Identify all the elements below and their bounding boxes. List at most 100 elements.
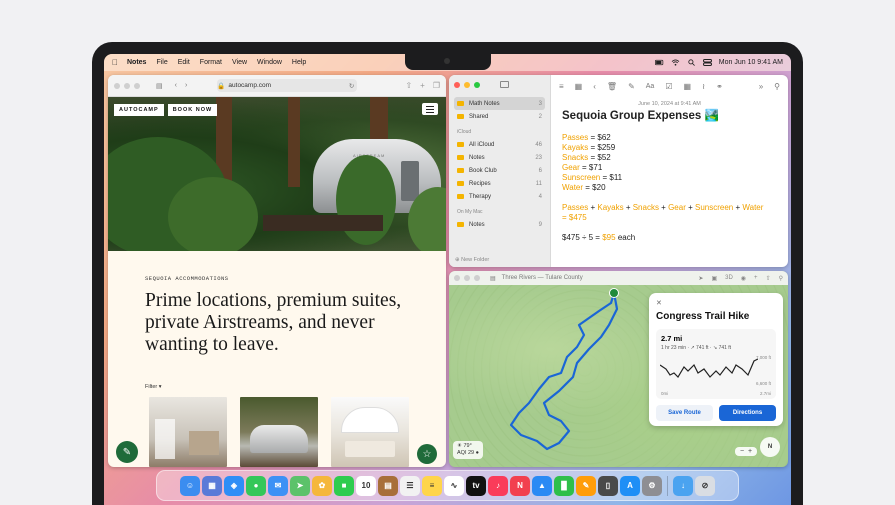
thumbnail-interior[interactable] [149, 397, 227, 467]
calendar-icon[interactable]: 10 [356, 475, 376, 496]
address-bar[interactable]: 🔒 autocamp.com ↻ [217, 79, 358, 92]
iphone-mirroring-icon[interactable]: ▯ [598, 475, 618, 496]
sidebar-toggle-icon[interactable]: ▤ [490, 275, 496, 282]
menu-app-name[interactable]: Notes [127, 59, 146, 66]
notes-yellow-icon[interactable]: ▤ [378, 475, 398, 496]
filter-dropdown[interactable]: Filter ▾ [145, 384, 409, 390]
close-window-button[interactable] [114, 82, 120, 89]
messages-icon[interactable]: ● [246, 475, 266, 496]
finder-icon[interactable]: ☺ [180, 475, 200, 496]
directions-button[interactable]: Directions [719, 405, 776, 421]
trailhead-pin-icon[interactable] [609, 288, 619, 298]
table-icon[interactable]: ▦ [684, 82, 692, 91]
menu-clock[interactable]: Mon Jun 10 9:41 AM [719, 59, 783, 66]
note-body[interactable]: Sequoia Group Expenses 🏞️ Passes = $62 K… [551, 107, 788, 247]
sidebar-toggle-icon[interactable]: ▤ [156, 82, 163, 90]
menu-help[interactable]: Help [292, 59, 306, 66]
wifi-icon[interactable] [671, 59, 680, 66]
reload-icon[interactable]: ↻ [349, 82, 354, 90]
control-center-icon[interactable] [702, 59, 712, 66]
minimize-window-button[interactable] [124, 82, 130, 89]
share-icon[interactable]: ⇧ [405, 81, 412, 90]
photos-icon[interactable]: ✿ [312, 475, 332, 496]
music-icon[interactable]: ♪ [488, 475, 508, 496]
compose-icon[interactable]: ✎ [628, 82, 635, 91]
folder-book-club[interactable]: Book Club 6 [454, 164, 545, 177]
close-window-button[interactable] [454, 275, 460, 281]
battery-icon[interactable] [654, 59, 664, 66]
thumbnail-airstream[interactable] [240, 397, 318, 467]
trash-icon[interactable]: ⊘ [695, 475, 715, 496]
facetime-icon[interactable]: ■ [334, 475, 354, 496]
tab-overview-icon[interactable]: ❐ [433, 81, 440, 90]
menu-view[interactable]: View [232, 59, 247, 66]
gallery-view-icon[interactable]: ▦ [575, 82, 583, 91]
apple-menu-icon[interactable]:  [112, 58, 118, 67]
menu-edit[interactable]: Edit [178, 59, 190, 66]
folder-mac-notes[interactable]: Notes 9 [454, 218, 545, 231]
maps-icon[interactable]: ➤ [290, 475, 310, 496]
zoom-window-button[interactable] [474, 81, 480, 88]
back-icon[interactable]: ‹ [593, 82, 596, 91]
new-folder-button[interactable]: ⊕ New Folder [455, 257, 489, 263]
map-3d-toggle[interactable]: 3D [725, 275, 733, 282]
search-icon[interactable] [687, 59, 696, 66]
zoom-control[interactable]: − + [735, 447, 758, 456]
back-icon[interactable]: ‹ [175, 82, 177, 89]
folder-math-notes[interactable]: Math Notes 3 [454, 97, 545, 110]
look-around-icon[interactable]: ◉ [741, 275, 746, 282]
news-icon[interactable]: N [510, 475, 530, 496]
audio-icon[interactable]: ≀ [702, 82, 705, 91]
system-settings-icon[interactable]: ⚙ [642, 475, 662, 496]
delete-icon[interactable]: 🗑 [607, 82, 617, 91]
notes-icon[interactable]: ≡ [422, 475, 442, 496]
minimize-window-button[interactable] [464, 275, 470, 281]
chat-icon[interactable]: ✎ [116, 441, 138, 463]
minimize-window-button[interactable] [464, 81, 470, 88]
list-view-icon[interactable]: ≡ [559, 82, 564, 91]
search-icon[interactable]: ⚲ [779, 275, 783, 282]
zoom-window-button[interactable] [474, 275, 480, 281]
folder-therapy[interactable]: Therapy 4 [454, 190, 545, 203]
hamburger-menu-icon[interactable] [422, 103, 438, 115]
folder-notes[interactable]: Notes 23 [454, 151, 545, 164]
forward-icon[interactable]: › [185, 82, 187, 89]
compass-icon[interactable]: N [760, 437, 780, 457]
sidebar-toggle-icon[interactable] [500, 81, 509, 88]
launchpad-icon[interactable]: ▦ [202, 475, 222, 496]
more-icon[interactable]: » [759, 82, 763, 91]
mail-icon[interactable]: ✉ [268, 475, 288, 496]
search-icon[interactable]: ⚲ [774, 82, 780, 91]
collaborate-icon[interactable]: ⚭ [716, 82, 723, 91]
thumbnail-bedroom[interactable] [331, 397, 409, 467]
zoom-window-button[interactable] [134, 82, 140, 89]
menu-window[interactable]: Window [257, 59, 282, 66]
keynote-icon[interactable]: ▲ [532, 475, 552, 496]
share-icon[interactable]: ⇧ [766, 275, 771, 282]
folder-all-icloud[interactable]: All iCloud 46 [454, 138, 545, 151]
app-store-icon[interactable]: A [620, 475, 640, 496]
map-mode-icon[interactable]: ▣ [711, 275, 717, 282]
checklist-icon[interactable]: ☑ [665, 82, 672, 91]
location-arrow-icon[interactable]: ➤ [698, 275, 703, 282]
close-icon[interactable]: ✕ [656, 299, 776, 307]
freeform-icon[interactable]: ∿ [444, 475, 464, 496]
accessibility-icon[interactable]: ☆ [417, 444, 437, 464]
autocamp-logo[interactable]: AUTOCAMP [114, 104, 164, 116]
close-window-button[interactable] [454, 81, 460, 88]
book-now-button[interactable]: BOOK NOW [167, 104, 218, 116]
reminders-icon[interactable]: ☰ [400, 475, 420, 496]
menu-format[interactable]: Format [200, 59, 222, 66]
numbers-icon[interactable]: █ [554, 475, 574, 496]
folder-shared[interactable]: Shared 2 [454, 110, 545, 123]
pages-icon[interactable]: ✎ [576, 475, 596, 496]
weather-widget[interactable]: ☀ 79° AQI 29 ● [453, 441, 483, 459]
menu-file[interactable]: File [156, 59, 167, 66]
tv-icon[interactable]: tv [466, 475, 486, 496]
folder-recipes[interactable]: Recipes 11 [454, 177, 545, 190]
safari-icon[interactable]: ◈ [224, 475, 244, 496]
format-icon[interactable]: Aa [646, 83, 655, 90]
new-tab-icon[interactable]: + [420, 81, 425, 90]
save-route-button[interactable]: Save Route [656, 405, 713, 421]
downloads-folder-icon[interactable]: ↓ [673, 475, 693, 496]
